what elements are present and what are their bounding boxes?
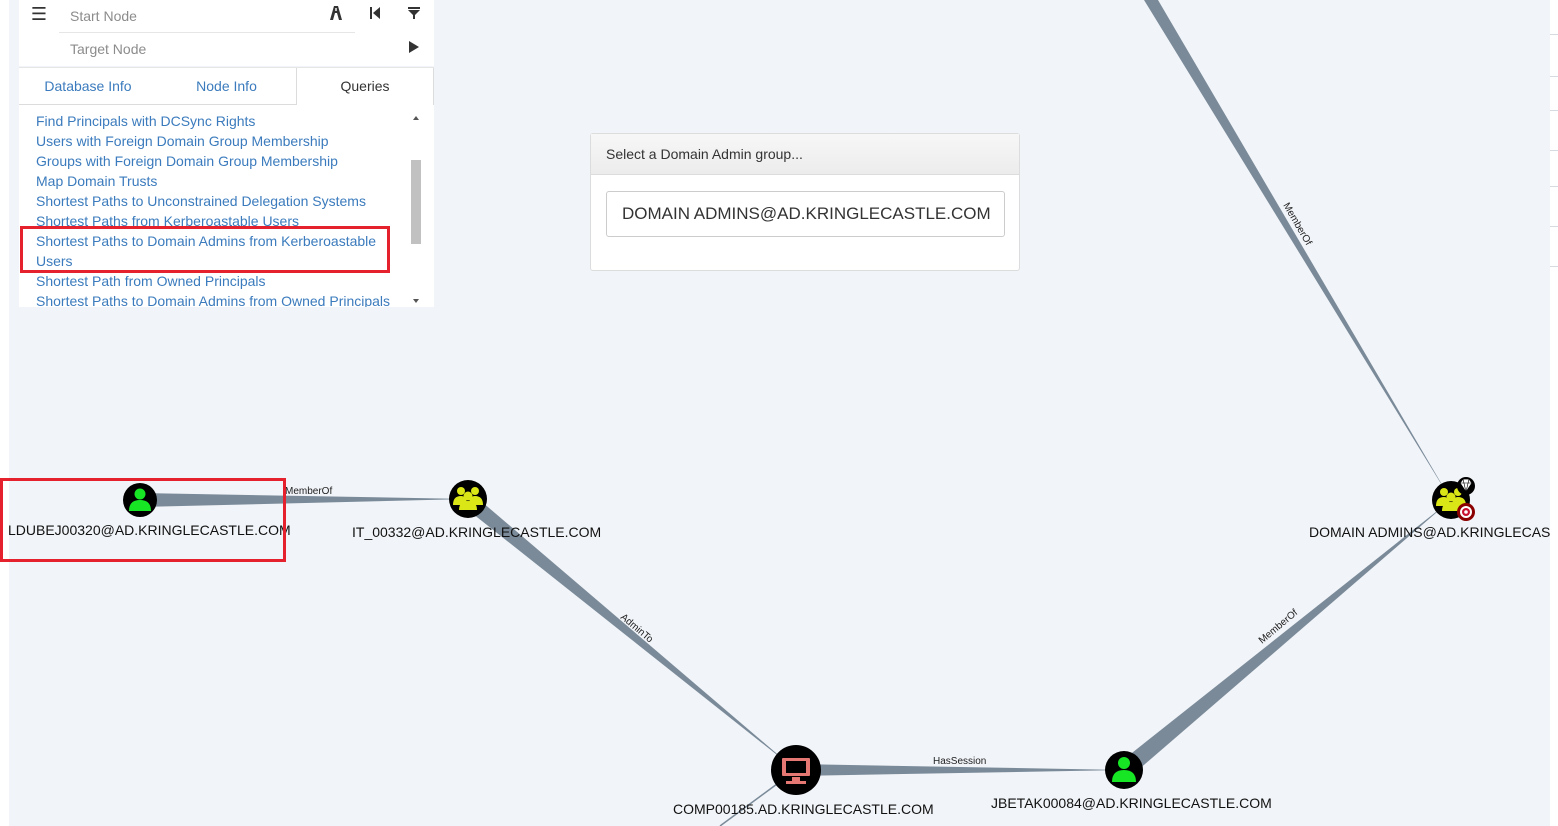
edge-label-hassession: HasSession bbox=[933, 756, 986, 767]
node-domain-admins[interactable] bbox=[1432, 477, 1475, 521]
scroll-up-icon[interactable] bbox=[410, 110, 422, 120]
domain-admin-dialog: Select a Domain Admin group... DOMAIN AD… bbox=[590, 133, 1020, 271]
query-item[interactable]: Shortest Paths from Kerberoastable Users bbox=[36, 211, 406, 231]
tab-bar: Database Info Node Info Queries bbox=[19, 67, 434, 107]
target-node-input[interactable] bbox=[59, 33, 355, 65]
queries-panel: Find Principals with DCSync Rights Users… bbox=[19, 105, 434, 307]
filter-icon[interactable] bbox=[403, 2, 425, 24]
tab-database-info[interactable]: Database Info bbox=[19, 68, 157, 106]
tab-node-info[interactable]: Node Info bbox=[157, 68, 296, 106]
node-comp00185[interactable] bbox=[771, 745, 821, 795]
node-it-00332[interactable] bbox=[449, 480, 487, 518]
queries-scrollbar-thumb[interactable] bbox=[411, 160, 421, 244]
node-label-comp00185: COMP00185.AD.KRINGLECASTLE.COM bbox=[673, 801, 934, 817]
query-item[interactable]: Map Domain Trusts bbox=[36, 171, 406, 191]
node-ldubej[interactable] bbox=[123, 483, 157, 517]
pathfinding-icon[interactable] bbox=[325, 2, 347, 24]
node-label-jbetak: JBETAK00084@AD.KRINGLECASTLE.COM bbox=[991, 795, 1272, 811]
query-item[interactable]: Groups with Foreign Domain Group Members… bbox=[36, 151, 406, 171]
tab-queries[interactable]: Queries bbox=[296, 68, 434, 107]
query-item[interactable]: Shortest Path from Owned Principals bbox=[36, 271, 406, 291]
left-edge bbox=[0, 0, 9, 826]
diamond-icon bbox=[1457, 477, 1475, 495]
scroll-down-icon[interactable] bbox=[410, 293, 422, 303]
dialog-header: Select a Domain Admin group... bbox=[591, 134, 1019, 175]
edge-memberof-jbetak-da[interactable] bbox=[1118, 500, 1451, 777]
right-edge bbox=[1550, 0, 1558, 826]
query-item-selected[interactable]: Shortest Paths to Domain Admins from Ker… bbox=[36, 231, 406, 271]
query-item[interactable]: Shortest Paths to Unconstrained Delegati… bbox=[36, 191, 406, 211]
play-icon[interactable] bbox=[403, 36, 425, 58]
start-node-input[interactable] bbox=[59, 0, 355, 32]
queries-list: Find Principals with DCSync Rights Users… bbox=[36, 111, 406, 307]
node-label-it-00332: IT_00332@AD.KRINGLECASTLE.COM bbox=[352, 524, 602, 540]
query-item[interactable]: Users with Foreign Domain Group Membersh… bbox=[36, 131, 406, 151]
menu-icon[interactable]: ☰ bbox=[29, 3, 49, 25]
back-icon[interactable] bbox=[364, 2, 386, 24]
node-jbetak[interactable] bbox=[1105, 751, 1143, 789]
edge-label-memberof-1: MemberOf bbox=[285, 486, 332, 497]
edge-memberof-offscreen-da[interactable] bbox=[1144, 0, 1451, 500]
query-item[interactable]: Shortest Paths to Domain Admins from Own… bbox=[36, 291, 406, 307]
query-item[interactable]: Find Principals with DCSync Rights bbox=[36, 111, 406, 131]
domain-admin-group-option[interactable]: DOMAIN ADMINS@AD.KRINGLECASTLE.COM bbox=[606, 191, 1005, 237]
node-label-domain-admins: DOMAIN ADMINS@AD.KRINGLECASTLE.COM bbox=[1309, 524, 1550, 540]
search-panel: ☰ bbox=[19, 0, 434, 66]
node-label-ldubej: LDUBEJ00320@AD.KRINGLECASTLE.COM bbox=[8, 522, 291, 538]
target-icon bbox=[1457, 503, 1475, 521]
